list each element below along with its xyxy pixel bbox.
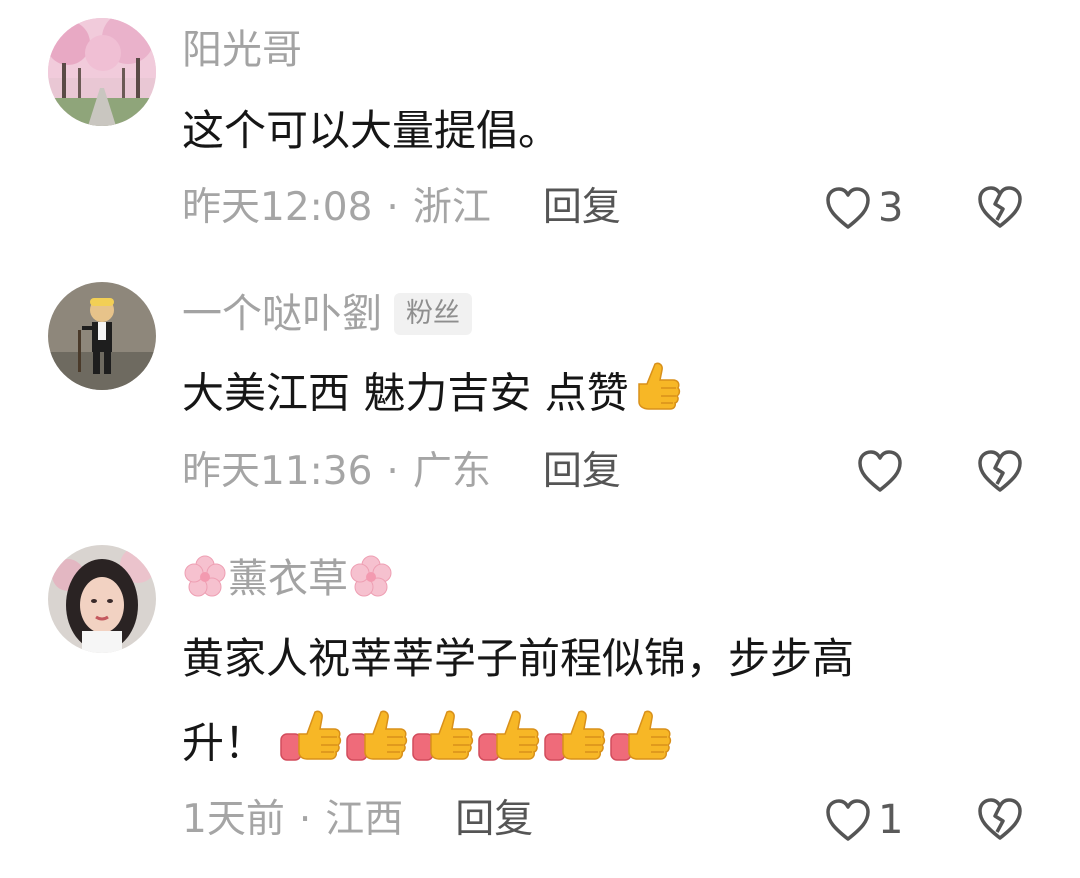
reply-button[interactable]: 回复 xyxy=(543,184,621,232)
heart-outline-icon xyxy=(824,797,872,843)
thumbs-up-emoji-icon xyxy=(629,358,681,434)
comment-text-content: 升！ xyxy=(182,718,267,768)
like-button[interactable]: 1 xyxy=(824,796,903,844)
thumbs-up-emoji-row xyxy=(279,710,675,768)
username[interactable]: 阳光哥 xyxy=(182,26,302,74)
like-button[interactable]: 3 xyxy=(824,184,903,232)
like-button[interactable] xyxy=(856,448,910,494)
dislike-button[interactable] xyxy=(976,448,1024,494)
comment-item: 一个哒卟劉 粉丝 大美江西 魅力吉安 点赞 昨天11:36 · 广东 回复 xyxy=(0,270,1080,530)
comment-time: 昨天11:36 xyxy=(182,449,373,494)
thumbs-up-emoji-icon xyxy=(279,706,345,786)
dislike-button[interactable] xyxy=(976,184,1024,230)
avatar[interactable] xyxy=(48,545,156,653)
broken-heart-icon xyxy=(976,184,1024,230)
comment-meta: 昨天12:08 · 浙江 回复 xyxy=(182,184,621,232)
username-row: 薰衣草 xyxy=(182,554,394,604)
thumbs-up-emoji-icon xyxy=(345,706,411,786)
comment-text-line: 升！ xyxy=(182,706,1022,786)
sakura-flower-icon xyxy=(182,554,228,604)
thumbs-up-emoji-icon xyxy=(609,706,675,786)
reply-button[interactable]: 回复 xyxy=(455,796,533,844)
heart-outline-icon xyxy=(856,448,904,494)
like-count: 3 xyxy=(878,185,904,231)
thumbs-up-emoji-icon xyxy=(477,706,543,786)
comment-location: 浙江 xyxy=(412,185,491,230)
separator: · xyxy=(386,449,399,494)
username-row: 一个哒卟劉 粉丝 xyxy=(182,290,472,338)
comment-location: 江西 xyxy=(325,797,404,842)
comment-item: 薰衣草 黄家人祝莘莘学子前程似锦，步步高 升！ 1天前 · 江西 回复 1 xyxy=(0,540,1080,878)
comment-time: 1天前 xyxy=(182,797,285,842)
comment-text-content: 大美江西 魅力吉安 点赞 xyxy=(182,368,629,418)
comment-location: 广东 xyxy=(412,449,491,494)
like-count: 1 xyxy=(878,797,904,843)
comment-meta: 昨天11:36 · 广东 回复 xyxy=(182,448,621,496)
avatar[interactable] xyxy=(48,18,156,126)
thumbs-up-emoji-icon xyxy=(543,706,609,786)
dislike-button[interactable] xyxy=(976,796,1024,842)
thumbs-up-emoji-icon xyxy=(411,706,477,786)
separator: · xyxy=(386,185,399,230)
comment-item: 阳光哥 这个可以大量提倡。 昨天12:08 · 浙江 回复 3 xyxy=(0,0,1080,260)
broken-heart-icon xyxy=(976,448,1024,494)
comment-text: 这个可以大量提倡。 xyxy=(182,106,561,155)
sakura-flower-icon xyxy=(348,554,394,604)
reply-button[interactable]: 回复 xyxy=(543,448,621,496)
comment-text-line: 黄家人祝莘莘学子前程似锦，步步高 xyxy=(182,634,855,683)
username[interactable]: 一个哒卟劉 xyxy=(182,290,382,338)
fan-badge: 粉丝 xyxy=(394,293,472,335)
comment-time: 昨天12:08 xyxy=(182,185,373,230)
broken-heart-icon xyxy=(976,796,1024,842)
avatar[interactable] xyxy=(48,282,156,390)
heart-outline-icon xyxy=(824,185,872,231)
username[interactable]: 薰衣草 xyxy=(228,555,348,603)
comment-text: 大美江西 魅力吉安 点赞 xyxy=(182,358,1022,434)
username-row: 阳光哥 xyxy=(182,26,302,74)
comment-meta: 1天前 · 江西 回复 xyxy=(182,796,533,844)
separator: · xyxy=(298,797,312,842)
